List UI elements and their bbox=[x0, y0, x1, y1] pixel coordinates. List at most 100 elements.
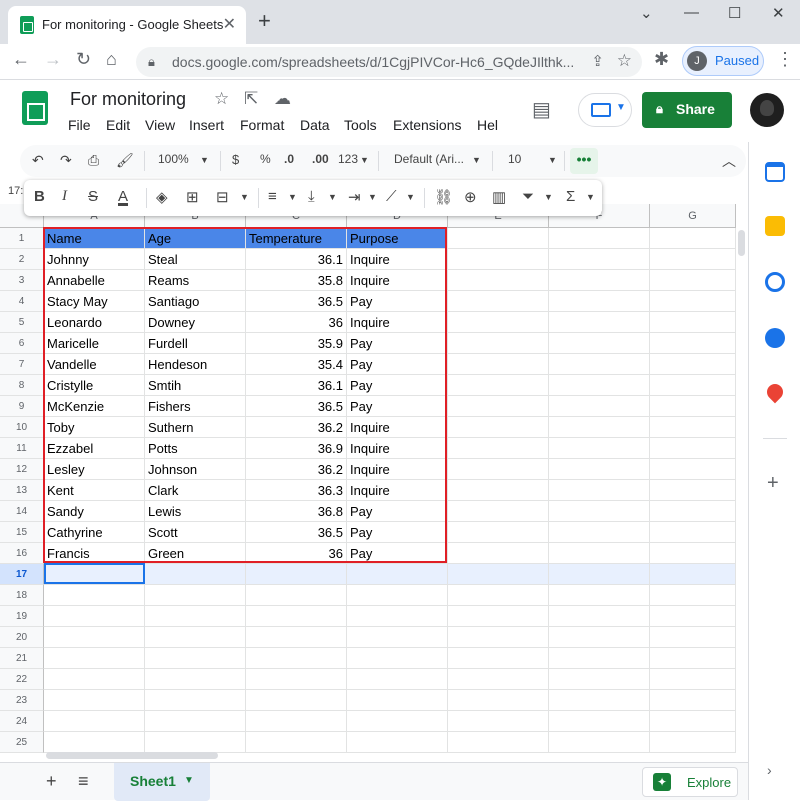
table-cell[interactable]: Furdell bbox=[145, 333, 246, 354]
table-cell[interactable]: Ezzabel bbox=[44, 438, 145, 459]
table-cell[interactable]: McKenzie bbox=[44, 396, 145, 417]
row-header[interactable]: 18 bbox=[0, 585, 44, 606]
table-cell[interactable] bbox=[650, 543, 736, 564]
table-cell[interactable]: 36.9 bbox=[246, 438, 347, 459]
table-cell[interactable]: Pay bbox=[347, 543, 448, 564]
more-toolbar-button[interactable]: ••• bbox=[570, 148, 598, 174]
extensions-puzzle-icon[interactable]: ✱ bbox=[654, 49, 669, 70]
table-cell[interactable] bbox=[549, 627, 650, 648]
table-cell[interactable] bbox=[650, 690, 736, 711]
present-button[interactable]: ▼ bbox=[578, 93, 632, 127]
table-cell[interactable] bbox=[448, 396, 549, 417]
zoom-select[interactable]: 100% bbox=[158, 152, 189, 166]
row-header[interactable]: 19 bbox=[0, 606, 44, 627]
table-cell[interactable] bbox=[549, 522, 650, 543]
reload-icon[interactable]: ↻ bbox=[76, 49, 91, 70]
share-page-icon[interactable]: ⇪ bbox=[591, 52, 604, 70]
column-header-g[interactable]: G bbox=[650, 204, 736, 228]
table-cell[interactable]: Cathyrine bbox=[44, 522, 145, 543]
table-cell[interactable] bbox=[549, 480, 650, 501]
table-cell[interactable]: Scott bbox=[145, 522, 246, 543]
table-cell[interactable] bbox=[549, 438, 650, 459]
table-cell[interactable]: Pay bbox=[347, 291, 448, 312]
row-header[interactable]: 2 bbox=[0, 249, 44, 270]
table-cell[interactable]: 36.1 bbox=[246, 249, 347, 270]
keep-icon[interactable] bbox=[765, 216, 785, 236]
more-formats-button[interactable]: 123 bbox=[338, 152, 358, 166]
table-cell[interactable]: 36.1 bbox=[246, 375, 347, 396]
row-header[interactable]: 9 bbox=[0, 396, 44, 417]
table-cell[interactable] bbox=[246, 690, 347, 711]
insert-comment-icon[interactable]: ⊕ bbox=[464, 188, 477, 206]
contacts-icon[interactable] bbox=[765, 328, 785, 348]
chevron-down-icon[interactable]: ▼ bbox=[472, 155, 481, 165]
italic-icon[interactable]: I bbox=[62, 188, 67, 205]
table-cell[interactable] bbox=[549, 648, 650, 669]
table-cell[interactable]: 36.2 bbox=[246, 459, 347, 480]
table-cell[interactable] bbox=[448, 417, 549, 438]
table-cell[interactable] bbox=[145, 564, 246, 585]
table-cell[interactable] bbox=[347, 690, 448, 711]
account-avatar[interactable] bbox=[750, 93, 784, 127]
table-cell[interactable] bbox=[246, 648, 347, 669]
vertical-align-icon[interactable]: ⤓ bbox=[308, 188, 315, 205]
table-cell[interactable]: Kent bbox=[44, 480, 145, 501]
row-header[interactable]: 24 bbox=[0, 711, 44, 732]
table-cell[interactable]: Fishers bbox=[145, 396, 246, 417]
table-cell[interactable] bbox=[549, 690, 650, 711]
table-cell[interactable] bbox=[448, 375, 549, 396]
table-cell[interactable] bbox=[145, 669, 246, 690]
table-cell[interactable] bbox=[650, 480, 736, 501]
table-cell[interactable]: Smtih bbox=[145, 375, 246, 396]
table-cell[interactable] bbox=[448, 249, 549, 270]
add-sheet-icon[interactable]: + bbox=[46, 771, 57, 792]
explore-button[interactable]: ✦ Explore bbox=[642, 767, 738, 797]
table-cell[interactable] bbox=[448, 648, 549, 669]
undo-icon[interactable]: ↶ bbox=[32, 152, 44, 169]
table-cell[interactable] bbox=[549, 606, 650, 627]
table-cell[interactable] bbox=[448, 291, 549, 312]
menu-tools[interactable]: Tools bbox=[344, 117, 377, 133]
address-bar[interactable]: 🔒︎ docs.google.com/spreadsheets/d/1CgjPI… bbox=[136, 47, 642, 77]
table-cell[interactable] bbox=[246, 627, 347, 648]
table-cell[interactable] bbox=[650, 354, 736, 375]
table-cell[interactable]: Johnny bbox=[44, 249, 145, 270]
percent-format-button[interactable]: % bbox=[260, 152, 271, 166]
table-cell[interactable]: Inquire bbox=[347, 249, 448, 270]
table-cell[interactable]: Inquire bbox=[347, 459, 448, 480]
row-header[interactable]: 13 bbox=[0, 480, 44, 501]
table-cell[interactable] bbox=[650, 270, 736, 291]
table-cell[interactable] bbox=[650, 459, 736, 480]
browser-tab[interactable]: For monitoring - Google Sheets ✕ bbox=[8, 6, 246, 44]
table-cell[interactable]: Pay bbox=[347, 354, 448, 375]
window-close-icon[interactable]: ✕ bbox=[772, 4, 785, 22]
table-cell[interactable] bbox=[650, 627, 736, 648]
spreadsheet-grid[interactable]: A B C D E F G 1 Name Age Temperature Purpose 2 Johnny… bbox=[0, 204, 736, 753]
name-box[interactable]: 17: bbox=[8, 185, 23, 197]
table-cell[interactable] bbox=[347, 648, 448, 669]
table-cell[interactable]: 36.3 bbox=[246, 480, 347, 501]
bookmark-star-icon[interactable]: ☆ bbox=[617, 51, 632, 71]
table-cell[interactable] bbox=[448, 585, 549, 606]
table-cell[interactable] bbox=[448, 228, 549, 249]
table-cell[interactable] bbox=[650, 438, 736, 459]
table-cell[interactable] bbox=[650, 396, 736, 417]
table-cell[interactable] bbox=[650, 312, 736, 333]
menu-data[interactable]: Data bbox=[300, 117, 330, 133]
active-cell[interactable] bbox=[44, 563, 145, 584]
table-cell[interactable] bbox=[448, 690, 549, 711]
row-header[interactable]: 6 bbox=[0, 333, 44, 354]
table-cell[interactable] bbox=[44, 585, 145, 606]
chevron-down-icon[interactable]: ▼ bbox=[200, 155, 209, 165]
table-cell[interactable] bbox=[448, 522, 549, 543]
row-header[interactable]: 17 bbox=[0, 564, 44, 585]
table-cell[interactable] bbox=[650, 333, 736, 354]
tab-close-icon[interactable]: ✕ bbox=[223, 14, 236, 34]
menu-hel[interactable]: Hel bbox=[477, 117, 498, 133]
table-cell[interactable]: Johnson bbox=[145, 459, 246, 480]
table-cell[interactable]: Pay bbox=[347, 501, 448, 522]
table-cell[interactable] bbox=[650, 291, 736, 312]
table-cell[interactable]: Pay bbox=[347, 333, 448, 354]
fill-color-icon[interactable]: ◈ bbox=[156, 188, 168, 206]
font-size-select[interactable]: 10 bbox=[508, 152, 521, 166]
